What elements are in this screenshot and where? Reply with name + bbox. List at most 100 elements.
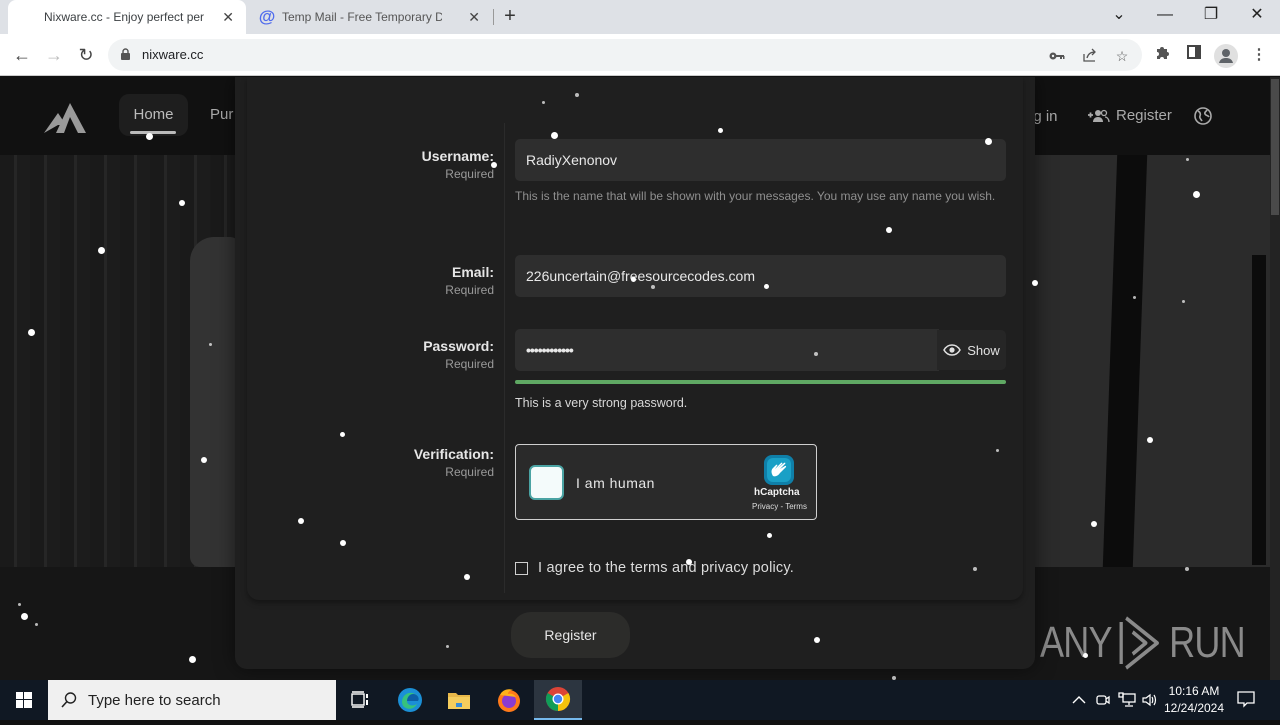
windows-taskbar: Type here to search 10:16 AM 12/24/2024 [0, 680, 1280, 720]
maximize-button[interactable]: ❐ [1188, 0, 1234, 34]
taskbar-search[interactable]: Type here to search [48, 680, 336, 720]
register-submit-button[interactable]: Register [511, 612, 630, 658]
username-input[interactable]: RadiyXenonov [515, 139, 1006, 181]
snowflake [339, 431, 345, 437]
side-panel-icon[interactable] [1184, 45, 1204, 65]
email-input[interactable]: 226uncertain@freesourcecodes.com [515, 255, 1006, 297]
taskbar-file-explorer[interactable] [435, 680, 483, 720]
captcha-checkbox[interactable] [529, 465, 564, 500]
close-window-button[interactable]: ✕ [1234, 0, 1280, 34]
folder-icon [448, 693, 470, 709]
password-label: Password: [423, 338, 494, 354]
hcaptcha-hand-icon [764, 455, 794, 485]
snowflake [814, 637, 820, 643]
anyrun-watermark: ANY RUN [1040, 612, 1246, 674]
taskbar-clock[interactable]: 10:16 AM 12/24/2024 [1160, 683, 1228, 717]
snowflake [17, 602, 21, 606]
page-scrollbar[interactable] [1270, 77, 1280, 680]
snowflake [1185, 567, 1189, 571]
taskbar-edge[interactable] [386, 680, 434, 720]
taskbar-firefox[interactable] [485, 680, 533, 720]
scrollbar-thumb[interactable] [1271, 79, 1279, 215]
active-underline [130, 131, 176, 134]
tab-temp-mail[interactable]: @ Temp Mail - Free Temporary Disp ✕ [252, 0, 492, 34]
show-hidden-icons-chevron[interactable] [1068, 680, 1090, 720]
globe-icon[interactable] [1194, 107, 1212, 125]
password-input[interactable]: •••••••••••• [515, 329, 939, 371]
snowflake [1181, 299, 1185, 303]
email-label: Email: [451, 264, 494, 280]
clock-date: 12/24/2024 [1163, 701, 1225, 715]
new-tab-button[interactable]: + [499, 5, 521, 27]
tab-nixware[interactable]: Nixware.cc - Enjoy perfect perfo ✕ [8, 0, 246, 34]
start-button[interactable] [0, 680, 48, 720]
chrome-icon [545, 687, 571, 711]
tab-title: Temp Mail - Free Temporary Disp [282, 10, 442, 24]
snowflake [445, 644, 449, 648]
edge-icon [398, 688, 422, 712]
network-icon[interactable] [1116, 680, 1138, 720]
snowflake [541, 100, 545, 104]
tab-search-chevron-icon[interactable]: ⌄ [1096, 0, 1142, 34]
snowflake [145, 132, 153, 140]
username-hint: This is the name that will be shown with… [515, 189, 996, 203]
forward-button[interactable]: → [42, 43, 66, 67]
browser-tab-strip: Nixware.cc - Enjoy perfect perfo ✕ @ Tem… [0, 0, 1280, 34]
extensions-puzzle-icon[interactable] [1152, 45, 1172, 65]
snowflake [20, 612, 28, 620]
tab-title: Nixware.cc - Enjoy perfect perfo [44, 10, 204, 24]
key-icon[interactable] [1048, 47, 1066, 65]
share-icon[interactable] [1081, 47, 1099, 65]
snowflake [763, 283, 769, 289]
snowflake [575, 93, 579, 97]
reload-button[interactable]: ↻ [74, 43, 98, 67]
email-label-group: Email: Required [445, 264, 494, 297]
hcaptcha-widget: I am human hCaptcha Privacy - Terms [515, 444, 817, 520]
background-photo-right [1030, 155, 1270, 567]
windows-logo-icon [16, 692, 32, 708]
snowflake [550, 131, 558, 139]
watermark-left: ANY [1040, 618, 1113, 667]
snowflake [298, 518, 304, 524]
agree-terms-label[interactable]: I agree to the terms and privacy policy. [538, 560, 794, 576]
snowflake [886, 227, 892, 233]
taskbar-chrome[interactable] [534, 680, 582, 720]
register-form: Username: Required RadiyXenonov This is … [247, 77, 1023, 600]
notifications-icon[interactable] [1236, 690, 1256, 708]
password-required: Required [445, 357, 494, 371]
meet-now-icon[interactable] [1093, 680, 1113, 720]
lock-icon[interactable] [121, 48, 130, 60]
back-button[interactable]: ← [10, 43, 34, 67]
snowflake [201, 457, 207, 463]
agree-terms-checkbox[interactable] [515, 561, 528, 575]
snowflake [766, 532, 772, 538]
snowflake [717, 127, 723, 133]
task-view-icon [351, 691, 368, 708]
snowflake [995, 448, 999, 452]
close-tab-icon[interactable]: ✕ [468, 9, 480, 26]
snowflake [814, 352, 818, 356]
captcha-label: I am human [576, 475, 655, 491]
hcaptcha-privacy-terms-link[interactable]: Privacy - Terms [752, 502, 807, 511]
username-label-group: Username: Required [422, 148, 494, 181]
password-label-group: Password: Required [423, 338, 494, 371]
url-text[interactable]: nixware.cc [142, 47, 203, 62]
nav-register[interactable]: Register [1088, 107, 1172, 124]
agree-terms-row: I agree to the terms and privacy policy. [515, 560, 794, 576]
nav-purchase[interactable]: Pur [210, 106, 233, 123]
bookmark-star-icon[interactable]: ☆ [1113, 47, 1131, 65]
nav-home[interactable]: Home [119, 94, 188, 136]
volume-icon[interactable] [1140, 680, 1160, 720]
close-tab-icon[interactable]: ✕ [222, 9, 234, 26]
address-bar[interactable]: nixware.cc ☆ [108, 39, 1142, 71]
minimize-button[interactable]: — [1142, 0, 1188, 34]
snowflake [464, 574, 470, 580]
snowflake [491, 162, 497, 168]
profile-avatar-icon[interactable] [1214, 44, 1238, 68]
verification-required: Required [445, 465, 494, 479]
task-view-button[interactable] [336, 680, 384, 720]
show-password-button[interactable]: Show [937, 330, 1006, 370]
nixware-logo[interactable] [44, 97, 86, 133]
eye-icon [943, 344, 962, 356]
kebab-menu-icon[interactable]: ⋮ [1249, 45, 1269, 65]
